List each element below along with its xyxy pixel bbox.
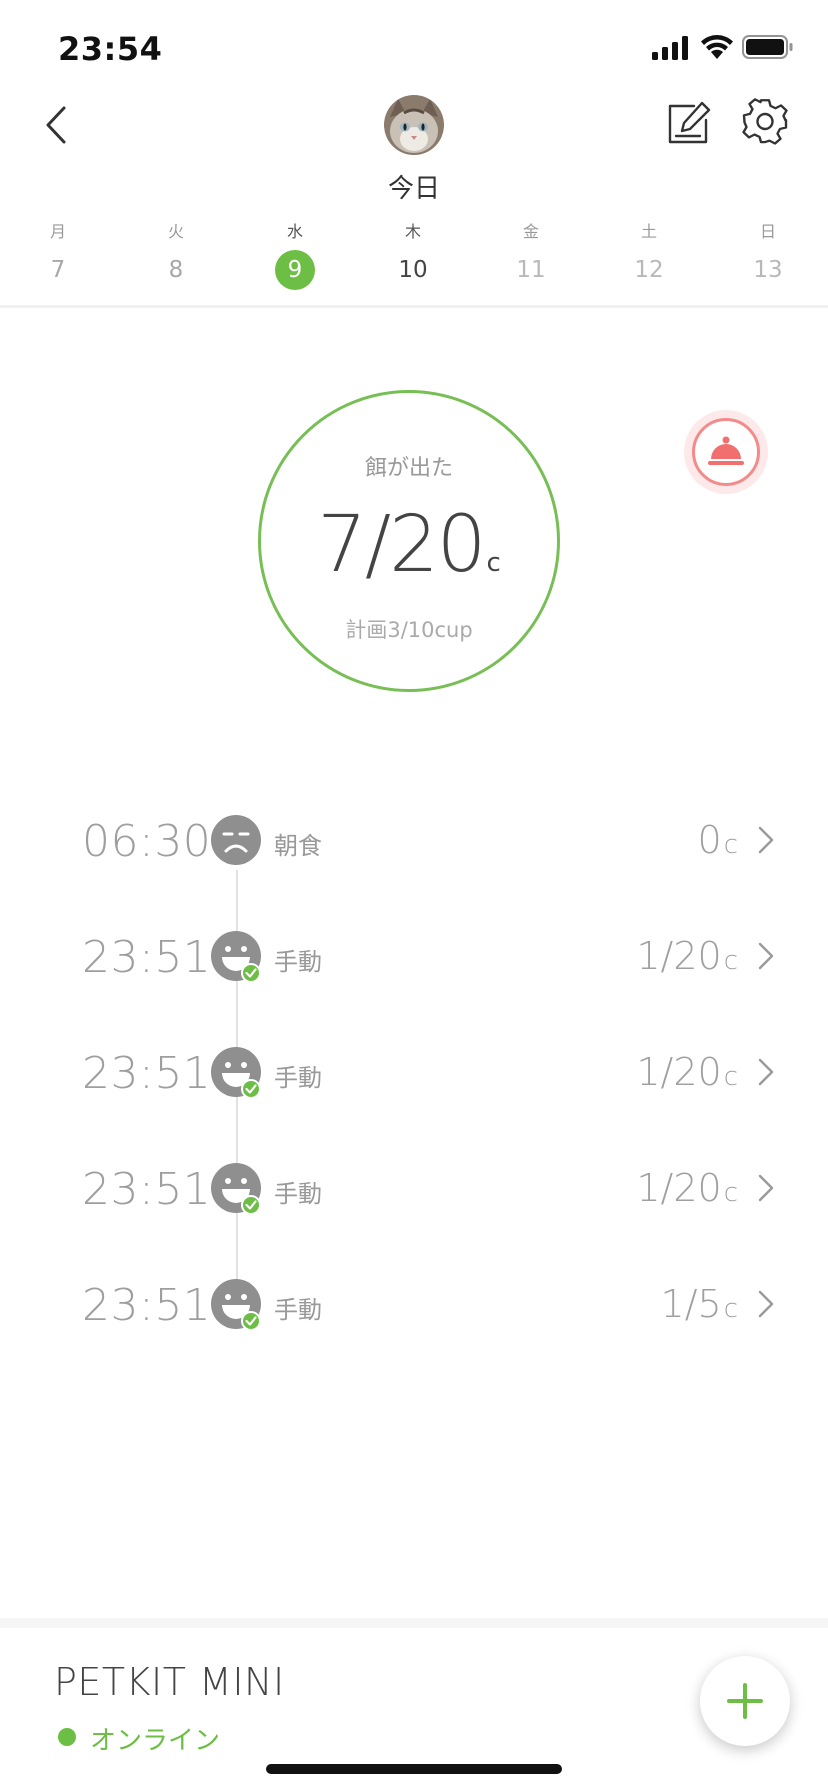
- edit-button[interactable]: [664, 98, 714, 148]
- plan-text: 計画3/10cup: [345, 618, 473, 642]
- feed-record-row[interactable]: 06:30 朝食 0c: [0, 810, 828, 880]
- feed-name: 手動: [274, 1180, 322, 1208]
- happy-face-icon: [211, 1047, 261, 1097]
- feed-time: 23:51: [82, 1048, 212, 1099]
- feed-record-row[interactable]: 23:51 手動 1/5c: [0, 1274, 828, 1344]
- gear-icon: [742, 98, 788, 145]
- bell-icon: [708, 436, 744, 465]
- page-title: 今日: [387, 174, 440, 204]
- weekday-label: 金: [522, 222, 539, 241]
- day-number: 10: [398, 257, 428, 283]
- chevron-right-icon: [758, 942, 774, 970]
- day-fri[interactable]: 金 11: [486, 220, 576, 290]
- weekday-label: 日: [759, 222, 776, 241]
- feed-name: 手動: [274, 1064, 322, 1092]
- settings-button[interactable]: [740, 98, 790, 148]
- happy-face-icon: [211, 1163, 261, 1213]
- week-strip: 月 7 火 8 水 9 木 10 金 11 土 12 日 13: [0, 220, 828, 292]
- feed-name: 手動: [274, 948, 322, 976]
- happy-face-icon: [211, 1279, 261, 1329]
- feed-amount: 1/20c: [636, 1166, 738, 1210]
- happy-face-icon: [211, 931, 261, 981]
- weekday-label: 木: [404, 222, 421, 241]
- day-mon[interactable]: 月 7: [13, 220, 103, 290]
- feed-amount: 1/20c: [636, 1050, 738, 1094]
- feed-record-row[interactable]: 23:51 手動 1/20c: [0, 926, 828, 996]
- battery-icon: [742, 35, 793, 59]
- avatar[interactable]: [384, 95, 444, 155]
- plus-icon: [727, 1683, 763, 1719]
- feed-time: 23:51: [82, 932, 212, 983]
- back-icon: [46, 106, 66, 144]
- feed-amount: 1/5c: [660, 1282, 738, 1326]
- chevron-right-icon: [758, 826, 774, 854]
- chevron-right-icon: [758, 1058, 774, 1086]
- feed-time: 23:51: [82, 1164, 212, 1215]
- weekday-label: 水: [286, 222, 303, 241]
- back-button[interactable]: [34, 100, 84, 150]
- day-number: 8: [168, 257, 184, 283]
- bottom-separator: [0, 1618, 828, 1628]
- feed-time: 06:30: [82, 816, 212, 867]
- edit-icon: [668, 101, 711, 144]
- feed-amount: 0c: [697, 818, 738, 862]
- day-wed[interactable]: 水 9: [250, 220, 340, 290]
- status-time: 23:54: [58, 30, 163, 68]
- weekday-label: 火: [167, 222, 184, 241]
- feed-time: 23:51: [82, 1280, 212, 1331]
- sad-face-icon: [211, 815, 261, 865]
- add-button[interactable]: [700, 1656, 790, 1746]
- dispensed-unit: c: [486, 548, 501, 578]
- header-divider: [0, 305, 828, 308]
- day-sat[interactable]: 土 12: [604, 220, 694, 290]
- dispensed-value: 7/20c: [258, 500, 560, 590]
- feed-record-row[interactable]: 23:51 手動 1/20c: [0, 1042, 828, 1112]
- home-indicator: [266, 1764, 562, 1774]
- cat-avatar: [384, 95, 444, 155]
- feed-name: 朝食: [274, 832, 322, 860]
- feed-amount: 1/20c: [636, 934, 738, 978]
- online-status-dot: [58, 1728, 76, 1746]
- weekday-label: 土: [640, 222, 657, 241]
- day-number-selected: 9: [275, 250, 315, 290]
- chevron-right-icon: [758, 1290, 774, 1318]
- signal-icon: [652, 36, 688, 60]
- feed-record-row[interactable]: 23:51 手動 1/20c: [0, 1158, 828, 1228]
- feed-name: 手動: [274, 1296, 322, 1324]
- device-name[interactable]: PETKIT MINI: [54, 1660, 285, 1704]
- day-number: 7: [50, 257, 66, 283]
- dispensed-amount: 7/20: [317, 500, 486, 590]
- wifi-icon: [701, 35, 733, 59]
- day-number: 13: [753, 257, 783, 283]
- weekday-label: 月: [49, 222, 66, 241]
- online-status-label: オンライン: [90, 1726, 221, 1756]
- day-thu[interactable]: 木 10: [368, 220, 458, 290]
- chevron-right-icon: [758, 1174, 774, 1202]
- manual-feed-button[interactable]: [684, 410, 768, 494]
- dispensed-label: 餌が出た: [364, 456, 453, 481]
- day-tue[interactable]: 火 8: [131, 220, 221, 290]
- day-number: 12: [634, 257, 664, 283]
- day-number: 11: [516, 257, 546, 283]
- day-sun[interactable]: 日 13: [723, 220, 813, 290]
